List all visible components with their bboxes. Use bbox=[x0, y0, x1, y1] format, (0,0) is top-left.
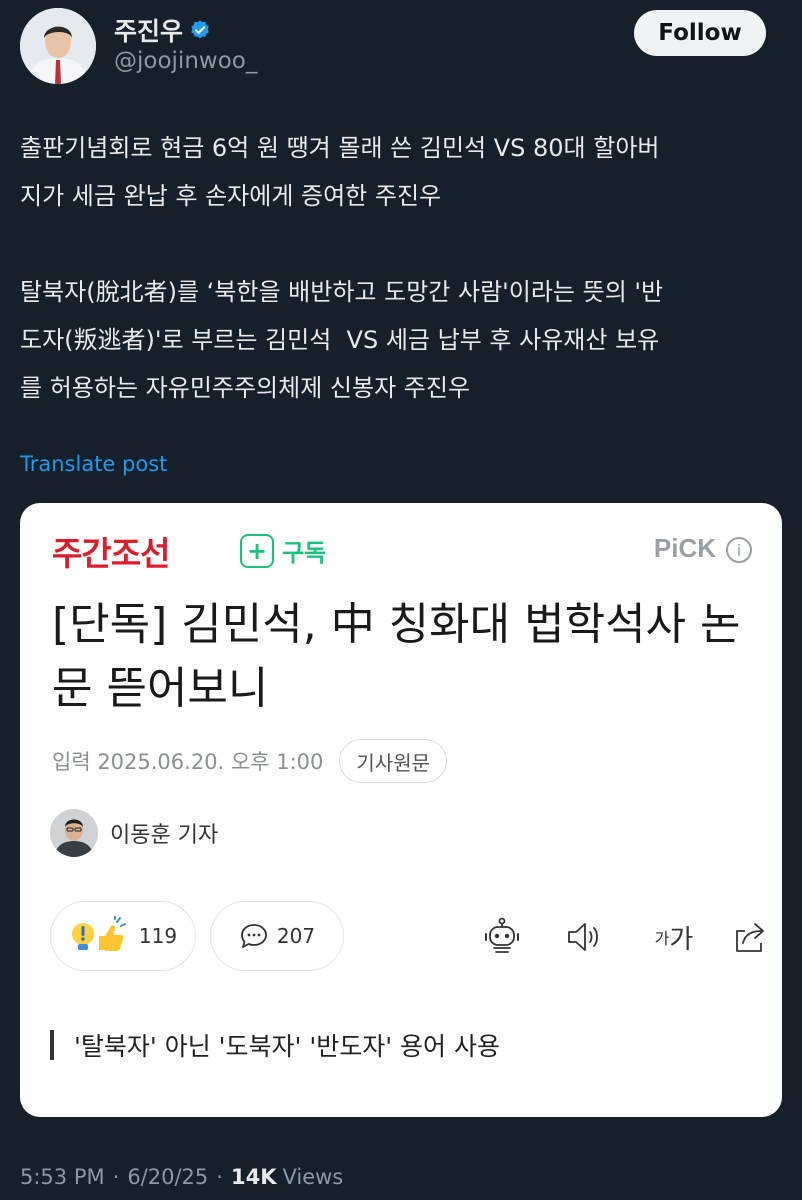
post-text: 출판기념회로 현금 6억 원 땡겨 몰래 쓴 김민석 VS 80대 할아버 지가… bbox=[20, 134, 664, 402]
translate-post-link[interactable]: Translate post bbox=[20, 452, 167, 476]
publisher-logo[interactable]: 주간조선 bbox=[52, 527, 170, 575]
lightbulb-thumb-icon bbox=[71, 916, 126, 951]
author-avatar[interactable] bbox=[20, 8, 96, 84]
info-icon[interactable]: i bbox=[726, 537, 752, 563]
follow-button[interactable]: Follow bbox=[634, 10, 766, 56]
ai-summary-button[interactable] bbox=[480, 915, 524, 959]
font-size-small-label: 가 bbox=[654, 929, 670, 948]
article-quote: '탈북자' 아닌 '도북자' '반도자' 용어 사용 bbox=[50, 1027, 500, 1063]
share-button[interactable] bbox=[728, 915, 772, 959]
author-name[interactable]: 주진우 bbox=[114, 12, 183, 48]
font-size-button[interactable]: 가가 bbox=[646, 915, 702, 959]
plus-icon: + bbox=[240, 533, 274, 568]
post-time[interactable]: 5:53 PM bbox=[20, 1165, 105, 1189]
pick-badge: PiCK bbox=[653, 533, 716, 563]
post-date[interactable]: 6/20/25 bbox=[127, 1165, 208, 1189]
robot-summary-icon bbox=[485, 917, 519, 953]
article-card[interactable]: 주간조선 + 구독 PiCK i [단독] 김민석, 中 칭화대 법학석사 논문… bbox=[20, 503, 782, 1117]
subscribe-label: 구독 bbox=[282, 539, 327, 567]
font-size-large-label: 가 bbox=[669, 924, 694, 955]
share-icon bbox=[736, 923, 764, 952]
footer-separator: · bbox=[112, 1165, 120, 1189]
subscribe-button[interactable]: + 구독 bbox=[240, 533, 326, 568]
views-label: Views bbox=[282, 1165, 344, 1189]
article-actions: 119 207 가 가 bbox=[50, 901, 770, 971]
author-handle[interactable]: @joojinwoo_ bbox=[114, 48, 257, 74]
article-headline: [단독] 김민석, 中 칭화대 법학석사 논문 뜯어보니 bbox=[52, 599, 741, 714]
quote-text: '탈북자' 아닌 '도북자' '반도자' 용어 사용 bbox=[74, 1032, 500, 1061]
comment-button[interactable]: 207 bbox=[210, 901, 344, 971]
listen-button[interactable] bbox=[562, 915, 606, 959]
footer-separator: · bbox=[216, 1165, 223, 1189]
reporter-avatar bbox=[50, 809, 98, 857]
published-date: 입력 2025.06.20. 오후 1:00 bbox=[52, 750, 324, 774]
reporter-name: 이동훈 기자 bbox=[110, 823, 219, 848]
reporter[interactable]: 이동훈 기자 bbox=[50, 809, 218, 857]
author-name-row: 주진우 bbox=[114, 12, 211, 48]
views-count: 14K bbox=[230, 1165, 277, 1189]
reaction-button[interactable]: 119 bbox=[50, 901, 196, 971]
post-header: 주진우 @joojinwoo_ Follow bbox=[20, 4, 782, 84]
comment-count: 207 bbox=[276, 924, 316, 948]
original-article-button[interactable]: 기사원문 bbox=[339, 739, 447, 783]
comment-bubble-icon bbox=[241, 924, 267, 948]
reaction-count: 119 bbox=[138, 924, 178, 948]
post-footer: 5:53 PM · 6/20/25 · 14K Views bbox=[20, 1165, 343, 1189]
quote-bar bbox=[50, 1030, 54, 1060]
verified-badge-icon bbox=[191, 20, 209, 39]
article-meta: 입력 2025.06.20. 오후 1:00 기사원문 bbox=[52, 739, 447, 783]
speaker-icon bbox=[568, 923, 598, 951]
